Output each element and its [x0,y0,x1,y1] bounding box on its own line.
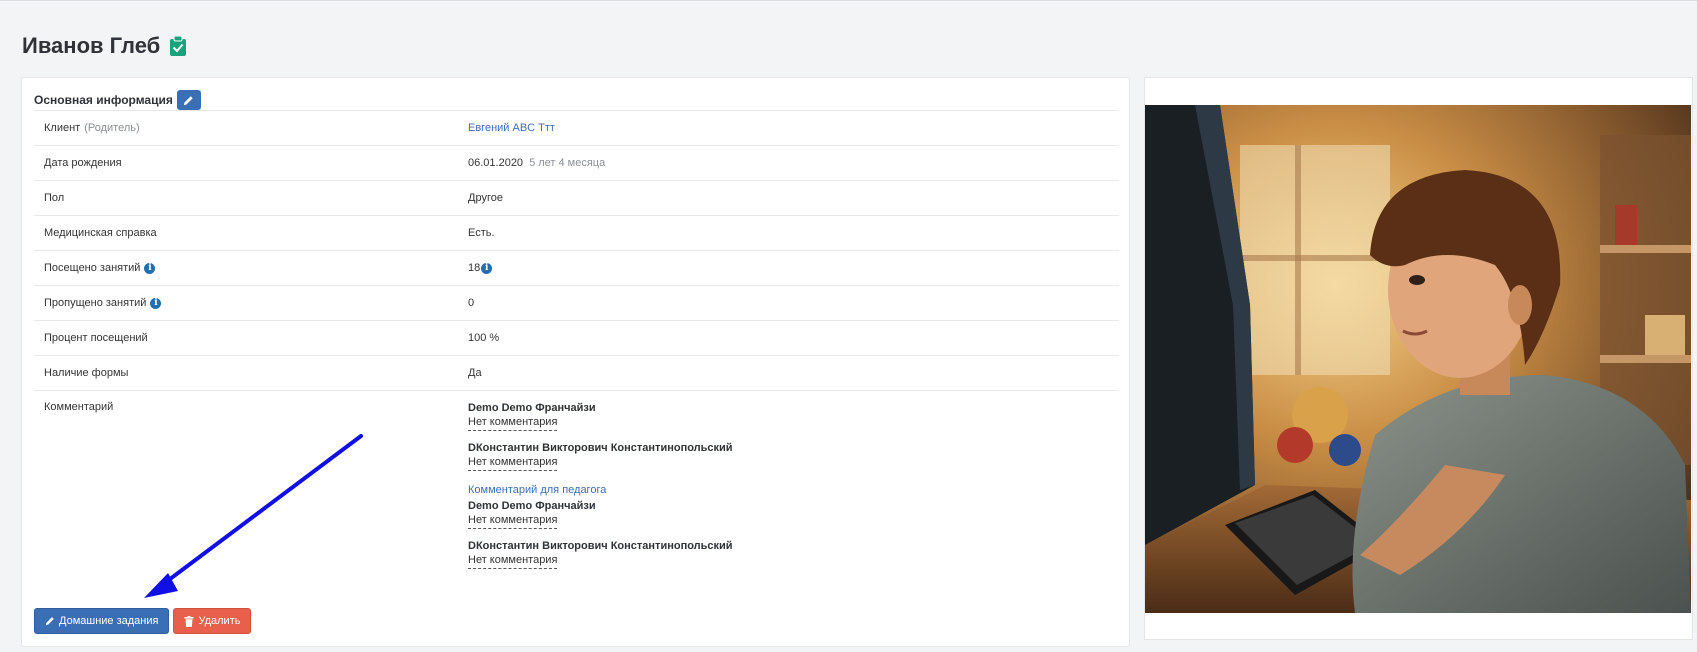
table-row: Дата рождения 06.01.2020 5 лет 4 месяца [34,145,1119,180]
age-note: 5 лет 4 месяца [529,157,606,169]
panel-header: Основная информация [34,90,201,110]
row-label-note: (Родитель) [84,122,140,134]
row-label: Клиент [44,122,81,134]
pencil-icon [184,95,194,105]
row-value: 06.01.2020 [468,157,524,169]
comment-author: DКонстантин Викторович Константинопольск… [468,442,733,454]
row-label: Процент посещений [44,332,148,344]
comment-text[interactable]: Нет комментария [468,455,558,471]
client-name: Иванов Глеб [22,33,161,58]
table-row: Клиент (Родитель) Евгений ABC Ттт [34,110,1119,145]
comment-text[interactable]: Нет комментария [468,415,558,431]
info-table: Клиент (Родитель) Евгений ABC Ттт Дата р… [34,110,1119,579]
table-row-comments: Комментарий Demo Demo Франчайзи Нет комм… [34,390,1119,579]
comment-author: Demo Demo Франчайзи [468,402,596,414]
info-icon[interactable]: i [481,262,493,274]
delete-button[interactable]: Удалить [173,608,252,634]
row-label: Наличие формы [44,367,129,379]
row-value: Есть. [468,227,495,239]
page-title: Иванов Глеб [22,33,187,59]
row-value: Да [468,367,482,379]
edit-button[interactable] [176,90,201,110]
row-label: Комментарий [44,401,114,413]
info-icon[interactable]: i [144,262,156,274]
row-label: Посещено занятий [44,262,141,274]
row-label: Пропущено занятий [44,297,147,309]
student-photo [1145,105,1691,613]
clipboard-check-icon [170,36,187,56]
row-value: 18 [468,262,481,274]
table-row: Процент посещений 100 % [34,320,1119,355]
homework-button[interactable]: Домашние задания [34,608,170,634]
row-value: Другое [468,192,503,204]
comment-author: DКонстантин Викторович Константинопольск… [468,540,733,552]
main-info-panel: Основная информация Клиент (Родитель) Ев… [21,77,1130,647]
comment-text[interactable]: Нет комментария [468,553,558,569]
comments-block: Demo Demo Франчайзи Нет комментария DКон… [468,401,733,579]
pencil-icon [45,617,54,626]
info-icon[interactable]: i [150,297,162,309]
student-photo-illustration [1145,105,1691,613]
homework-button-label: Домашние задания [59,615,159,627]
delete-button-label: Удалить [198,615,241,627]
row-label: Пол [44,192,65,204]
comment-author: Demo Demo Франчайзи [468,500,596,512]
table-row: Посещено занятий i 18 i [34,250,1119,285]
comment-text[interactable]: Нет комментария [468,513,558,529]
table-row: Пол Другое [34,180,1119,215]
row-value: 100 % [468,332,500,344]
panel-title: Основная информация [34,93,173,107]
row-value: 0 [468,297,475,309]
table-row: Наличие формы Да [34,355,1119,390]
row-label: Дата рождения [44,157,122,169]
table-row: Медицинская справка Есть. [34,215,1119,250]
trash-icon [184,615,194,627]
action-buttons: Домашние задания Удалить [34,608,252,634]
teacher-comment-heading: Комментарий для педагога [468,484,607,496]
table-row: Пропущено занятий i 0 [34,285,1119,320]
client-link[interactable]: Евгений ABC Ттт [468,122,555,134]
row-label: Медицинская справка [44,227,157,239]
